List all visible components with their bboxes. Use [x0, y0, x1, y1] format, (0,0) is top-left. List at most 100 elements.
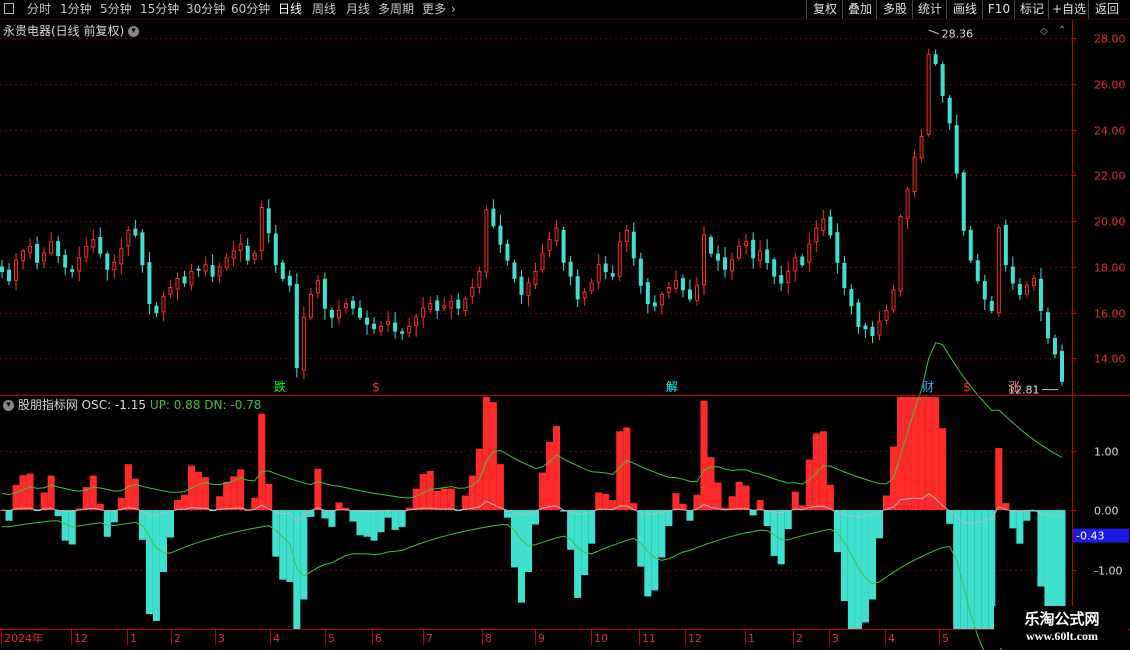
candle-body: [968, 229, 973, 261]
add-watchlist-button[interactable]: +自选: [1048, 0, 1089, 19]
candle-body: [126, 229, 131, 247]
osc-bar: [363, 510, 371, 537]
chevron-down-icon[interactable]: ▾: [3, 400, 14, 411]
candle-body: [407, 325, 412, 334]
osc-bar: [0, 510, 6, 512]
price-axis-label: 18.00: [1094, 262, 1126, 275]
back-button[interactable]: 返回: [1088, 0, 1125, 19]
osc-bar: [553, 425, 561, 511]
osc-bar: [54, 510, 62, 517]
tab-5min[interactable]: 5分钟: [100, 1, 132, 18]
osc-bar: [742, 485, 750, 511]
osc-bar: [686, 510, 694, 521]
price-axis-label: 24.00: [1094, 125, 1126, 138]
fuquan-button[interactable]: 复权: [806, 0, 843, 19]
event-marker: 跌: [274, 379, 286, 394]
osc-bar: [489, 402, 497, 511]
chart-area[interactable]: 28.3612.81 28.0026.0024.0022.0020.0018.0…: [0, 0, 1130, 650]
candle-body: [835, 232, 840, 263]
candle-body: [912, 156, 917, 193]
tab-15min[interactable]: 15分钟: [140, 1, 179, 18]
candle-body: [870, 326, 875, 337]
tab-more[interactable]: 更多: [422, 1, 446, 18]
tab-daily[interactable]: 日线: [278, 1, 302, 18]
candle-body: [414, 316, 419, 327]
osc-bar: [1037, 510, 1045, 587]
time-axis-label: 9: [538, 632, 545, 645]
tab-60min[interactable]: 60分钟: [231, 1, 270, 18]
candle-body: [856, 302, 861, 327]
candle-body: [638, 258, 643, 286]
time-axis-label: 10: [594, 632, 608, 645]
multi-stock-button[interactable]: 多股: [876, 0, 913, 19]
osc-bar: [960, 510, 968, 629]
candle-body: [744, 241, 749, 247]
osc-bar: [826, 484, 834, 511]
osc-bar: [784, 510, 792, 530]
stock-title[interactable]: 永贵电器(日线 前复权) ▾: [3, 22, 140, 39]
osc-bar: [616, 431, 624, 511]
osc-bar: [89, 475, 97, 511]
price-axis-label: 28.00: [1094, 33, 1126, 46]
osc-bar: [503, 510, 511, 518]
chevron-right-icon[interactable]: ›: [451, 1, 456, 18]
mark-button[interactable]: 标记: [1014, 0, 1049, 19]
overlay-button[interactable]: 叠加: [842, 0, 877, 19]
candle-body: [168, 287, 173, 295]
osc-bar: [510, 510, 518, 568]
menu-icon[interactable]: [4, 3, 14, 14]
candle-body: [547, 239, 552, 251]
tab-fenshi[interactable]: 分时: [27, 1, 51, 18]
tab-1min[interactable]: 1分钟: [60, 1, 92, 18]
osc-bar: [981, 510, 989, 629]
candle-body: [737, 245, 742, 259]
candle-body: [238, 243, 243, 252]
candle-body: [680, 278, 685, 291]
time-axis-label: 2: [174, 632, 181, 645]
tab-monthly[interactable]: 月线: [346, 1, 370, 18]
candle-body: [673, 280, 678, 289]
candle-body: [428, 303, 433, 310]
statistics-button[interactable]: 统计: [912, 0, 947, 19]
osc-bar: [19, 475, 27, 511]
osc-bar: [12, 485, 20, 511]
osc-bar: [609, 500, 617, 511]
event-marker: $: [372, 380, 380, 394]
tab-weekly[interactable]: 周线: [312, 1, 336, 18]
chevron-down-icon[interactable]: ▾: [128, 26, 140, 37]
time-axis-label: 7: [426, 632, 433, 645]
candle-body: [70, 269, 75, 273]
candle-body: [301, 316, 306, 371]
osc-bar: [195, 471, 203, 511]
current-value-label: -0.43: [1076, 530, 1104, 543]
osc-bar: [1044, 510, 1052, 615]
candle-body: [91, 239, 96, 248]
osc-bar: [974, 510, 982, 629]
candle-body: [491, 208, 496, 227]
candle-body: [996, 227, 1001, 314]
time-axis-label: 4: [273, 632, 280, 645]
osc-bar: [567, 510, 575, 550]
osc-bar: [293, 510, 301, 629]
candle-body: [568, 261, 573, 277]
candle-body: [772, 259, 777, 277]
candle-body: [645, 282, 650, 305]
candle-body: [0, 266, 4, 273]
osc-bar: [854, 510, 862, 629]
candle-body: [617, 241, 622, 277]
tab-multi-period[interactable]: 多周期: [378, 1, 414, 18]
osc-bar: [911, 397, 919, 511]
osc-bar: [356, 510, 364, 536]
osc-bar: [517, 510, 525, 603]
osc-bar: [939, 428, 947, 511]
osc-bar: [644, 510, 652, 597]
indicator-title[interactable]: ▾ 股朋指标网 OSC: -1.15 UP: 0.88 DN: -0.78: [3, 396, 261, 413]
tab-30min[interactable]: 30分钟: [186, 1, 225, 18]
candle-body: [329, 309, 334, 318]
osc-bar: [33, 510, 41, 512]
candle-body: [336, 309, 341, 319]
osc-bar: [314, 468, 322, 511]
f10-button[interactable]: F10: [982, 0, 1015, 19]
draw-line-button[interactable]: 画线: [946, 0, 983, 19]
osc-bar: [82, 487, 90, 511]
